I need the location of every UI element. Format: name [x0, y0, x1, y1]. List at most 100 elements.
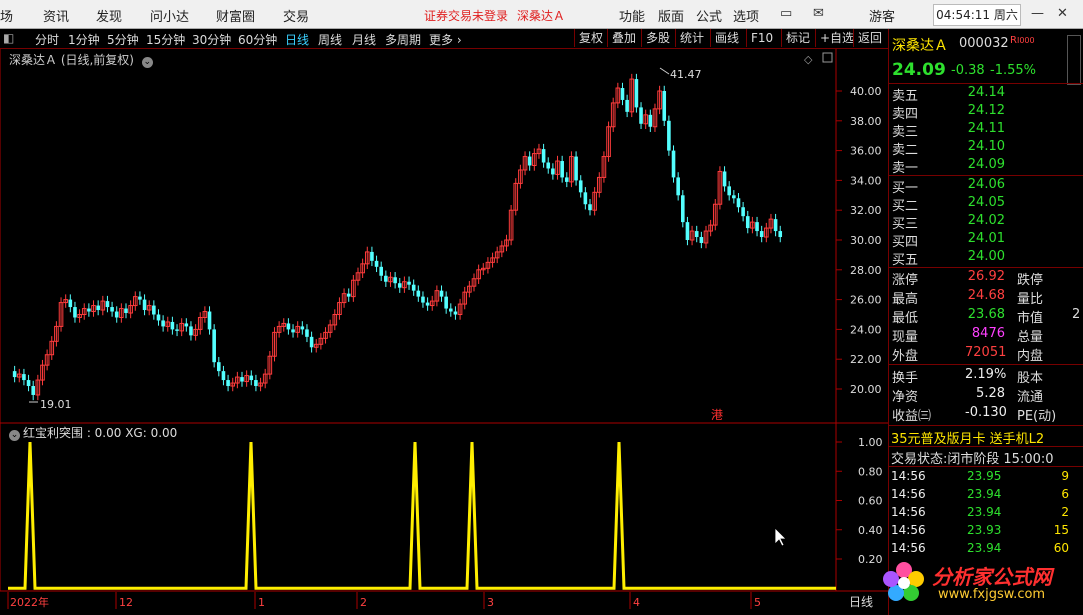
ask-1[interactable]: 卖一 24.09: [889, 157, 1083, 176]
candle-body: [189, 326, 193, 336]
candle-body: [565, 177, 569, 182]
tick-time: 14:56: [891, 523, 926, 537]
bid-2[interactable]: 买二 24.05: [889, 195, 1083, 214]
menu-formula[interactable]: 公式: [696, 6, 722, 25]
candle-body: [411, 284, 416, 291]
chart-window-icon[interactable]: [822, 52, 833, 63]
close-icon[interactable]: ✕: [1057, 6, 1068, 21]
menu-wealth-circle[interactable]: 财富圈: [216, 6, 255, 25]
ask-3[interactable]: 卖三 24.11: [889, 121, 1083, 140]
tick-row: 14:56 23.95 9: [889, 469, 1083, 487]
candle-body: [73, 307, 77, 318]
stock-link[interactable]: 深桑达Ａ: [517, 7, 565, 24]
ask-4[interactable]: 卖四 24.12: [889, 103, 1083, 122]
candle-body: [648, 114, 653, 127]
candle-body: [286, 323, 291, 330]
candlestick-chart[interactable]: 40.00 38.00 36.00 34.00 32.00 30.00 28.00 26.00…: [0, 49, 888, 615]
stat-current-vol: 现量 8476 总量: [889, 326, 1083, 345]
period-weekly[interactable]: 周线: [318, 31, 342, 48]
ask-2[interactable]: 卖二 24.10: [889, 139, 1083, 158]
candle-body: [379, 266, 383, 276]
bid-3[interactable]: 买三 24.02: [889, 213, 1083, 232]
btn-mark[interactable]: 标记: [781, 29, 814, 47]
candle-body: [217, 362, 221, 372]
menu-trade[interactable]: 交易: [283, 6, 309, 25]
price-tick-label: 20.00: [850, 383, 882, 396]
stat-eps: 收益㈢ -0.130 PE(动): [889, 405, 1083, 424]
scroll-box[interactable]: [1067, 35, 1081, 85]
period-60min[interactable]: 60分钟: [238, 31, 277, 48]
btn-fuquan[interactable]: 复权: [574, 29, 607, 47]
hk-mark: 港: [711, 408, 723, 422]
candle-body: [681, 195, 685, 223]
candle-body: [588, 204, 592, 211]
menu-function[interactable]: 功能: [619, 6, 645, 25]
period-label: 日线: [849, 595, 873, 609]
period-monthly[interactable]: 月线: [352, 31, 376, 48]
stat-label2: 跌停: [1017, 273, 1044, 288]
guest-label[interactable]: 游客: [869, 6, 895, 25]
candle-body: [722, 171, 727, 187]
period-fenshi[interactable]: 分时: [35, 31, 59, 48]
bid-label: 买二: [892, 199, 919, 214]
ask-price: 24.14: [967, 85, 1005, 100]
candle-body: [634, 79, 639, 108]
btn-back[interactable]: 返回: [853, 29, 886, 47]
high-label: 41.47: [670, 68, 702, 81]
diamond-icon[interactable]: ◇: [804, 53, 813, 66]
btn-draw[interactable]: 画线: [710, 29, 743, 47]
btn-add-watchlist[interactable]: +自选: [815, 29, 858, 47]
candle-body: [745, 216, 750, 229]
flower-logo-icon: [883, 562, 924, 601]
menu-layout[interactable]: 版面: [658, 6, 684, 25]
period-more[interactable]: 更多 ›: [429, 31, 462, 48]
candle-body: [138, 296, 142, 300]
bid-4[interactable]: 买四 24.01: [889, 231, 1083, 250]
candle-body: [732, 195, 736, 199]
menu-wenxiaoda[interactable]: 问小达: [150, 6, 189, 25]
menu-news[interactable]: 资讯: [43, 6, 69, 25]
minimize-icon[interactable]: —: [1031, 6, 1044, 21]
btn-multistock[interactable]: 多股: [641, 29, 674, 47]
ask-5[interactable]: 卖五 24.14: [889, 85, 1083, 104]
xaxis-label-4: 4: [633, 596, 640, 609]
btn-stats[interactable]: 统计: [675, 29, 708, 47]
period-15min[interactable]: 15分钟: [146, 31, 185, 48]
trade-status-row: 交易状态:闭市阶段 15:00:0: [891, 448, 1054, 467]
candle-body: [574, 156, 578, 181]
menu-market[interactable]: 场: [0, 6, 13, 25]
indicator-options-icon[interactable]: ⌄: [9, 430, 20, 441]
period-1min[interactable]: 1分钟: [68, 31, 100, 48]
period-30min[interactable]: 30分钟: [192, 31, 231, 48]
bid-label: 买四: [892, 235, 919, 250]
skin-icon[interactable]: ▭: [780, 6, 792, 21]
candle-body: [31, 386, 35, 395]
candle-body: [184, 323, 189, 327]
candle-body: [384, 275, 388, 282]
candle-body: [152, 305, 156, 315]
candle-body: [374, 260, 379, 267]
menu-discover[interactable]: 发现: [96, 6, 122, 25]
bid-5[interactable]: 买五 24.00: [889, 249, 1083, 268]
candle-body: [68, 299, 73, 308]
candle-body: [212, 329, 216, 363]
promo-banner[interactable]: 35元普及版月卡 送手机L2: [891, 428, 1044, 447]
stat-label2: 流通: [1017, 390, 1044, 405]
login-notice[interactable]: 证券交易未登录: [424, 7, 508, 24]
menu-options[interactable]: 选项: [733, 6, 759, 25]
price-tick-label: 28.00: [850, 264, 882, 277]
btn-overlay[interactable]: 叠加: [607, 29, 640, 47]
stat-low: 最低 23.68 市值 2: [889, 307, 1083, 326]
xaxis-label-2: 2: [360, 596, 367, 609]
period-daily[interactable]: 日线: [285, 31, 309, 48]
stat-label: 涨停: [892, 273, 919, 288]
bid-1[interactable]: 买一 24.06: [889, 177, 1083, 196]
panel-toggle-icon[interactable]: ◧: [3, 31, 14, 45]
btn-f10[interactable]: F10: [746, 29, 777, 47]
indicator-title-text: 红宝利突围 : 0.00 XG: 0.00: [23, 426, 178, 440]
period-multi[interactable]: 多周期: [385, 31, 421, 48]
mail-icon[interactable]: ✉: [813, 6, 824, 21]
chart-options-icon[interactable]: ⌄: [141, 57, 153, 68]
period-5min[interactable]: 5分钟: [107, 31, 139, 48]
price-tick-label: 40.00: [850, 85, 882, 98]
